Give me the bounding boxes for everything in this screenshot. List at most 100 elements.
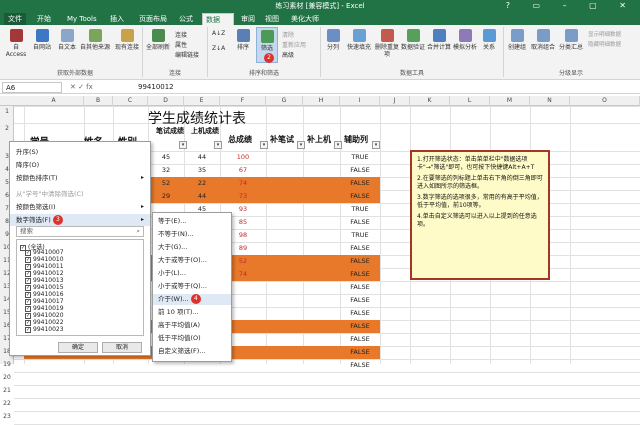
filter-dropdown-total[interactable]: ▾ bbox=[260, 141, 268, 149]
window-controls[interactable]: ? ▭ – ▢ ✕ bbox=[506, 1, 636, 10]
table-cell-written[interactable]: 32 bbox=[148, 166, 184, 174]
tab-page-layout[interactable]: 页面布局 bbox=[136, 13, 170, 25]
clear-button[interactable]: 清除 bbox=[282, 30, 294, 39]
column-header[interactable]: N bbox=[530, 96, 570, 106]
table-cell-machine[interactable]: 35 bbox=[184, 166, 220, 174]
refresh-all-button[interactable]: 全部刷新 bbox=[145, 29, 171, 51]
column-header[interactable]: B bbox=[84, 96, 113, 106]
row-header[interactable]: 2 bbox=[0, 125, 14, 132]
table-cell-total[interactable]: 73 bbox=[220, 192, 266, 200]
list-item[interactable]: ✓ 99410020 bbox=[25, 312, 64, 319]
list-item[interactable]: ✓ 99410010 bbox=[25, 256, 64, 263]
from-access-button[interactable]: 自 Access bbox=[3, 29, 29, 58]
row-header[interactable]: 19 bbox=[0, 361, 14, 368]
row-header[interactable]: 22 bbox=[0, 400, 14, 407]
list-item[interactable]: ✓ 99410007 bbox=[25, 249, 64, 256]
submenu-above-average[interactable]: 高于平均值(A) bbox=[153, 320, 231, 331]
column-header[interactable]: J bbox=[380, 96, 410, 106]
existing-connections-button[interactable]: 现有连接 bbox=[114, 29, 140, 51]
sort-button[interactable]: 排序 bbox=[234, 29, 252, 51]
submenu-not-equals[interactable]: 不等于(N)... bbox=[153, 229, 231, 240]
table-cell-helper[interactable]: FALSE bbox=[340, 166, 380, 174]
consolidate-button[interactable]: 合并计算 bbox=[427, 29, 451, 51]
relationships-button[interactable]: 关系 bbox=[479, 29, 499, 51]
table-cell-machine[interactable]: 44 bbox=[184, 153, 220, 161]
list-item[interactable]: ✓ 99410015 bbox=[25, 284, 64, 291]
table-cell-helper[interactable]: FALSE bbox=[340, 244, 380, 252]
sort-desc-button[interactable]: Z↓A bbox=[212, 45, 225, 52]
tab-review[interactable]: 审阅 bbox=[238, 13, 258, 25]
filter-dropdown-helper[interactable]: ▾ bbox=[372, 141, 380, 149]
column-header[interactable]: E bbox=[184, 96, 220, 106]
group-button[interactable]: 创建组 bbox=[506, 29, 528, 51]
table-cell-helper[interactable]: TRUE bbox=[340, 231, 380, 239]
tab-insert[interactable]: 插入 bbox=[107, 13, 127, 25]
filter-dropdown-makeup-machine[interactable]: ▾ bbox=[334, 141, 342, 149]
menu-sort-ascending[interactable]: 升序(S) bbox=[10, 146, 150, 158]
submenu-greater-or-equal[interactable]: 大于或等于(O)... bbox=[153, 255, 231, 266]
submenu-less-or-equal[interactable]: 小于或等于(Q)... bbox=[153, 281, 231, 292]
table-cell-helper[interactable]: FALSE bbox=[340, 192, 380, 200]
table-cell-machine[interactable]: 44 bbox=[184, 192, 220, 200]
text-to-columns-button[interactable]: 分列 bbox=[323, 29, 343, 51]
column-header[interactable]: A bbox=[24, 96, 84, 106]
tab-my-tools[interactable]: My Tools bbox=[64, 13, 100, 25]
table-cell-helper[interactable]: FALSE bbox=[340, 309, 380, 317]
table-cell-helper[interactable]: FALSE bbox=[340, 179, 380, 187]
table-cell-helper[interactable]: FALSE bbox=[340, 361, 380, 369]
from-other-button[interactable]: 自其他来源 bbox=[80, 29, 110, 51]
list-item[interactable]: ✓ 99410023 bbox=[25, 326, 64, 333]
submenu-equals[interactable]: 等于(E)... bbox=[153, 216, 231, 227]
submenu-between[interactable]: 介于(W)... 4 bbox=[153, 294, 231, 305]
column-header[interactable]: K bbox=[410, 96, 450, 106]
filter-dropdown-makeup-written[interactable]: ▾ bbox=[297, 141, 305, 149]
ungroup-button[interactable]: 取消组合 bbox=[530, 29, 556, 51]
column-header[interactable]: D bbox=[148, 96, 184, 106]
list-item[interactable]: ✓ 99410012 bbox=[25, 270, 64, 277]
tab-home[interactable]: 开始 bbox=[34, 13, 54, 25]
row-header[interactable]: 1 bbox=[0, 108, 14, 115]
list-item[interactable]: ✓ 99410016 bbox=[25, 291, 64, 298]
menu-sort-by-color[interactable]: 按颜色排序(T) ▸ bbox=[10, 172, 150, 184]
table-cell-helper[interactable]: FALSE bbox=[340, 335, 380, 343]
column-header[interactable]: C bbox=[113, 96, 148, 106]
table-cell-helper[interactable]: FALSE bbox=[340, 257, 380, 265]
column-header[interactable]: M bbox=[490, 96, 530, 106]
menu-clear-filter[interactable]: 从"学号"中清除筛选(C) bbox=[10, 188, 150, 200]
remove-duplicates-button[interactable]: 删除重复项 bbox=[375, 29, 399, 58]
table-cell-total[interactable]: 100 bbox=[220, 153, 266, 161]
table-cell-machine[interactable]: 22 bbox=[184, 179, 220, 187]
list-item[interactable]: ✓ 99410019 bbox=[25, 305, 64, 312]
table-cell-written[interactable]: 52 bbox=[148, 179, 184, 187]
menu-sort-descending[interactable]: 降序(O) bbox=[10, 159, 150, 171]
list-item[interactable]: ✓ 99410011 bbox=[25, 263, 64, 270]
what-if-button[interactable]: 模拟分析 bbox=[453, 29, 477, 51]
sort-asc-button[interactable]: A↓Z bbox=[212, 30, 225, 37]
reapply-button[interactable]: 重新应用 bbox=[282, 40, 306, 49]
menu-filter-by-color[interactable]: 按颜色筛选(I) ▸ bbox=[10, 201, 150, 213]
name-box[interactable]: A6 bbox=[2, 82, 62, 93]
table-cell-written[interactable]: 29 bbox=[148, 192, 184, 200]
row-header[interactable]: 20 bbox=[0, 374, 14, 381]
table-cell-total[interactable]: 74 bbox=[220, 179, 266, 187]
table-cell-helper[interactable]: FALSE bbox=[340, 348, 380, 356]
column-header[interactable]: I bbox=[340, 96, 380, 106]
formula-buttons[interactable]: ✕ ✓ fx bbox=[70, 82, 93, 93]
edit-links-button[interactable]: 编辑链接 bbox=[175, 50, 199, 59]
tab-file[interactable]: 文件 bbox=[4, 13, 26, 25]
list-item[interactable]: ✓ 99410022 bbox=[25, 319, 64, 326]
flash-fill-button[interactable]: 快速填充 bbox=[345, 29, 373, 51]
column-header[interactable]: H bbox=[303, 96, 340, 106]
tab-formulas[interactable]: 公式 bbox=[176, 13, 196, 25]
submenu-greater-than[interactable]: 大于(G)... bbox=[153, 242, 231, 253]
table-cell-helper[interactable]: FALSE bbox=[340, 270, 380, 278]
table-cell-helper[interactable]: FALSE bbox=[340, 283, 380, 291]
connections-button[interactable]: 连接 bbox=[175, 30, 187, 39]
submenu-less-than[interactable]: 小于(L)... bbox=[153, 268, 231, 279]
show-detail-button[interactable]: 显示明细数据 bbox=[588, 30, 621, 38]
table-cell-helper[interactable]: FALSE bbox=[340, 218, 380, 226]
submenu-custom-filter[interactable]: 自定义筛选(F)... bbox=[153, 346, 231, 357]
submenu-below-average[interactable]: 低于平均值(O) bbox=[153, 333, 231, 344]
table-cell-helper[interactable]: FALSE bbox=[340, 296, 380, 304]
hide-detail-button[interactable]: 隐藏明细数据 bbox=[588, 40, 621, 48]
